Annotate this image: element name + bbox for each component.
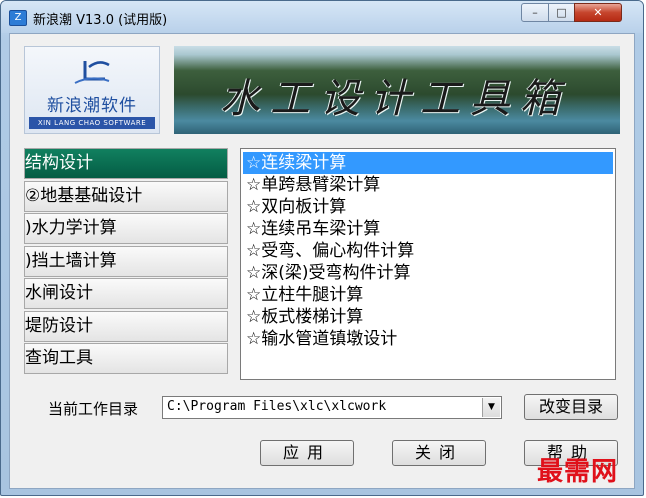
list-item[interactable]: ☆单跨悬臂梁计算 [243, 174, 613, 196]
list-item[interactable]: ☆板式楼梯计算 [243, 306, 613, 328]
app-window: Z 新浪潮 V13.0 (试用版) – □ ✕ 新浪潮软件 XIN LANG C… [0, 0, 644, 496]
list-item[interactable]: ☆双向板计算 [243, 196, 613, 218]
banner-title: 水工设计工具箱 [220, 76, 570, 122]
app-icon[interactable]: Z [9, 10, 27, 26]
banner-image: 水工设计工具箱 [174, 46, 620, 134]
workdir-combobox[interactable]: C:\Program Files\xlc\xlcwork ▼ [162, 396, 502, 419]
logo-subtitle: XIN LANG CHAO SOFTWARE [29, 117, 155, 129]
company-logo: 新浪潮软件 XIN LANG CHAO SOFTWARE [24, 46, 160, 134]
nav-item[interactable]: )挡土墙计算 [24, 245, 228, 277]
logo-mark-icon [74, 61, 110, 84]
workdir-label: 当前工作目录 [48, 400, 139, 418]
nav-item[interactable]: 查询工具 [24, 343, 228, 374]
window-title: 新浪潮 V13.0 (试用版) [33, 13, 168, 28]
maximize-button[interactable]: □ [548, 3, 575, 22]
client-area: 新浪潮软件 XIN LANG CHAO SOFTWARE 水工设计工具箱 结构设… [9, 33, 635, 489]
minimize-button[interactable]: – [521, 3, 549, 22]
workdir-value: C:\Program Files\xlc\xlcwork [167, 399, 387, 414]
nav-item[interactable]: )水力学计算 [24, 213, 228, 244]
close-window-button[interactable]: ✕ [574, 3, 622, 22]
title-bar[interactable]: Z 新浪潮 V13.0 (试用版) – □ ✕ [1, 1, 643, 33]
nav-item[interactable]: 堤防设计 [24, 310, 228, 342]
change-dir-button[interactable]: 改变目录 [524, 394, 618, 420]
function-list[interactable]: ☆连续梁计算 ☆单跨悬臂梁计算 ☆双向板计算 ☆连续吊车梁计算 ☆受弯、偏心构件计算 ☆深… [240, 148, 616, 380]
list-item[interactable]: ☆受弯、偏心构件计算 [243, 240, 613, 262]
list-item[interactable]: ☆深(梁)受弯构件计算 [243, 262, 613, 284]
close-button[interactable]: 关闭 [392, 440, 486, 466]
logo-name: 新浪潮软件 [47, 96, 137, 116]
list-item[interactable]: ☆立柱牛腿计算 [243, 284, 613, 306]
list-item[interactable]: ☆连续梁计算 [243, 152, 613, 174]
apply-button[interactable]: 应用 [260, 440, 354, 466]
dropdown-arrow-icon[interactable]: ▼ [482, 398, 500, 417]
list-item[interactable]: ☆连续吊车梁计算 [243, 218, 613, 240]
list-item[interactable]: ☆输水管道镇墩设计 [243, 328, 613, 350]
nav-item[interactable]: 结构设计 [24, 148, 228, 179]
category-nav: 结构设计 ②地基基础设计)水力学计算)挡土墙计算 水闸设计 堤防设计 查询工具 [24, 148, 228, 374]
watermark: 最需网 [537, 457, 619, 487]
nav-item[interactable]: ②地基基础设计 [24, 180, 228, 212]
nav-item[interactable]: 水闸设计 [24, 278, 228, 309]
